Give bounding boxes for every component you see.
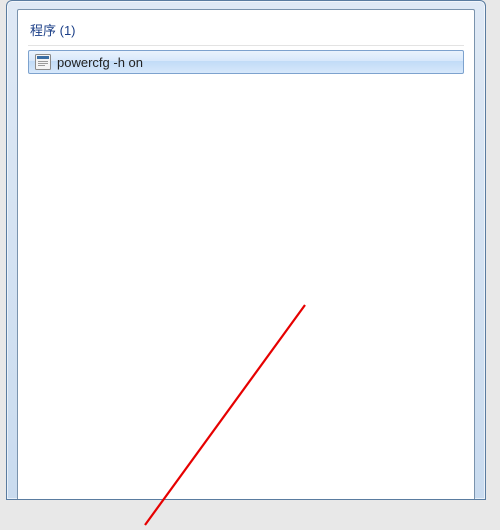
section-header-programs: 程序 (1) [28,18,464,46]
search-result-label: powercfg -h on [57,55,143,70]
start-search-popup: 程序 (1) powercfg -h on [6,0,486,500]
results-panel: 程序 (1) powercfg -h on [17,9,475,499]
program-icon [35,54,51,70]
search-result-item[interactable]: powercfg -h on [28,50,464,74]
